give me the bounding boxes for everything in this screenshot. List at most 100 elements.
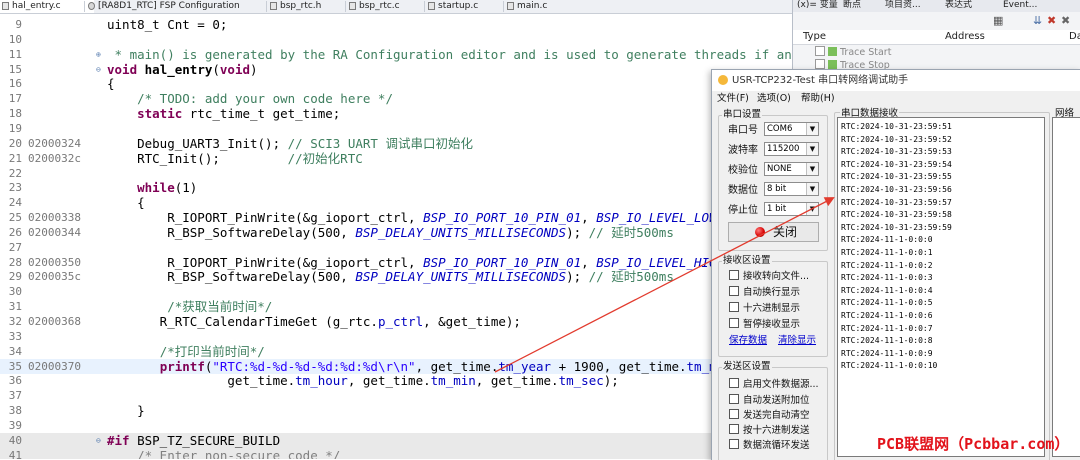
code-line[interactable]: 19: [0, 121, 792, 136]
checkbox[interactable]: [729, 424, 739, 434]
tab-bsp-rtc-h[interactable]: bsp_rtc.h: [268, 0, 350, 13]
remove-icon[interactable]: ✖: [1047, 14, 1056, 27]
checkbox[interactable]: [815, 59, 825, 69]
pause-display-option[interactable]: 暂停接收显示: [729, 318, 800, 331]
tab-variables[interactable]: (x)= 变量: [797, 0, 838, 11]
column-address: Address: [945, 31, 985, 42]
code-line[interactable]: 41 /* Enter non-secure code */: [0, 447, 792, 459]
code-line[interactable]: 36 get_time.tm_hour, get_time.tm_min, ge…: [0, 373, 792, 388]
code-line[interactable]: 29 0200035c R_BSP_SoftwareDelay(500, BSP_…: [0, 269, 792, 284]
checkbox[interactable]: [729, 394, 739, 404]
code-editor[interactable]: 9 uint8_t Cnt = 0; 10 11 ⊕ * main() is gener…: [0, 14, 792, 459]
code-line[interactable]: 40 ⊖ #if BSP_TZ_SECURE_BUILD: [0, 432, 792, 448]
line-number: 21: [8, 151, 22, 165]
checkbox[interactable]: [729, 270, 739, 280]
hex-send-option[interactable]: 按十六进制发送: [729, 424, 810, 437]
tab-fsp-configuration[interactable]: [RA8D1_RTC] FSP Configuration: [86, 0, 270, 13]
chevron-down-icon: ▼: [806, 123, 818, 135]
code-line[interactable]: 35 02000370 printf("RTC:%d-%d-%d-%d:%d:%d…: [0, 358, 792, 374]
checkbox[interactable]: [729, 302, 739, 312]
close-port-button[interactable]: 关闭: [728, 222, 819, 242]
receive-text-area[interactable]: RTC:2024-10-31-23:59:51 RTC:2024-10-31-23…: [837, 117, 1045, 457]
checkbox[interactable]: [729, 378, 739, 388]
code-line[interactable]: 28 02000350 R_IOPORT_PinWrite(&g_ioport_c…: [0, 255, 792, 270]
auto-append-option[interactable]: 自动发送附加位: [729, 394, 810, 407]
code-line[interactable]: 17 /* TODO: add your own code here */: [0, 91, 792, 106]
code-line[interactable]: 34 /*打印当前时间*/: [0, 344, 792, 359]
menu-help[interactable]: 帮助(H): [801, 91, 835, 107]
clear-display-link[interactable]: 清除显示: [778, 335, 816, 347]
column-type: Type: [803, 31, 826, 42]
tab-main-c[interactable]: main.c: [505, 0, 577, 13]
code-line[interactable]: 32 02000368 R_RTC_CalendarTimeGet (g_rtc.…: [0, 314, 792, 329]
code-line[interactable]: 22: [0, 166, 792, 181]
recv-to-file-option[interactable]: 接收转向文件...: [729, 270, 809, 283]
tab-hal-entry-c[interactable]: hal_entry.c: [0, 0, 94, 13]
code-line[interactable]: 25 02000338 R_IOPORT_PinWrite(&g_ioport_c…: [0, 210, 792, 225]
remove-all-icon[interactable]: ✖: [1061, 14, 1070, 27]
code-line[interactable]: 23 while(1): [0, 180, 792, 195]
trace-start-row[interactable]: Trace Start: [815, 46, 891, 58]
line-number: 18: [8, 107, 22, 121]
tab-expressions[interactable]: 表达式: [945, 0, 972, 11]
tab-event[interactable]: Event...: [1003, 0, 1037, 11]
code-line[interactable]: 30: [0, 284, 792, 299]
code-line[interactable]: 27: [0, 240, 792, 255]
fold-toggle-icon[interactable]: ⊕: [96, 50, 101, 59]
code-line[interactable]: 33: [0, 329, 792, 344]
status-led-icon: [755, 227, 765, 237]
checkbox[interactable]: [729, 439, 739, 449]
parity-select[interactable]: NONE ▼: [764, 162, 819, 176]
trace-icon: [828, 47, 837, 56]
code-line[interactable]: 11 ⊕ * main() is generated by the RA Conf…: [0, 47, 792, 62]
option-label: 暂停接收显示: [743, 319, 801, 330]
auto-clear-option[interactable]: 发送完自动清空: [729, 409, 810, 422]
code-line[interactable]: 15 ⊖ void hal_entry(void): [0, 62, 792, 77]
code-line[interactable]: 10: [0, 32, 792, 47]
code-line[interactable]: 16 {: [0, 76, 792, 91]
code-text: Debug_UART3_Init(); // SCI3 UART 调试串口初始化: [107, 135, 473, 151]
checkbox[interactable]: [729, 409, 739, 419]
code-line[interactable]: 38 }: [0, 403, 792, 418]
menu-file[interactable]: 文件(F): [717, 91, 749, 107]
code-line[interactable]: 9 uint8_t Cnt = 0;: [0, 17, 792, 32]
auto-wrap-option[interactable]: 自动换行显示: [729, 286, 800, 299]
tab-project-explorer[interactable]: 项目资...: [885, 0, 921, 11]
received-line: RTC:2024-11-1-0:0:1: [841, 248, 933, 257]
code-line[interactable]: 18 static rtc_time_t get_time;: [0, 106, 792, 121]
line-number: 10: [8, 32, 22, 46]
file-source-option[interactable]: 启用文件数据源...: [729, 378, 819, 391]
loop-send-option[interactable]: 数据流循环发送: [729, 439, 810, 452]
watermark: PCB联盟网（Pcbbar.com）: [877, 435, 1070, 453]
baud-value: 115200: [767, 144, 800, 154]
baud-select[interactable]: 115200 ▼: [764, 142, 819, 156]
code-line[interactable]: 31 /*获取当前时间*/: [0, 299, 792, 314]
hex-display-option[interactable]: 十六进制显示: [729, 302, 800, 315]
menu-options[interactable]: 选项(O): [757, 91, 791, 107]
databits-select[interactable]: 8 bit ▼: [764, 182, 819, 196]
grid-icon[interactable]: ▦: [993, 14, 1003, 27]
code-line[interactable]: 20 02000324 Debug_UART3_Init(); // SCI3 U…: [0, 136, 792, 151]
code-text: R_RTC_CalendarTimeGet (g_rtc.p_ctrl, &ge…: [107, 314, 521, 329]
code-line[interactable]: 37: [0, 388, 792, 403]
code-line[interactable]: 21 0200032c RTC_Init(); //初始化RTC: [0, 151, 792, 166]
collapse-icon[interactable]: ⇊: [1033, 14, 1042, 27]
checkbox[interactable]: [729, 318, 739, 328]
checkbox[interactable]: [815, 46, 825, 56]
line-number: 40: [8, 433, 22, 447]
code-line[interactable]: 26 02000344 R_BSP_SoftwareDelay(500, BSP_…: [0, 225, 792, 240]
save-data-link[interactable]: 保存数据: [729, 335, 767, 347]
tab-startup-c[interactable]: startup.c: [426, 0, 508, 13]
fold-toggle-icon[interactable]: ⊖: [96, 65, 101, 74]
code-line[interactable]: 24 {: [0, 195, 792, 210]
port-select[interactable]: COM6 ▼: [764, 122, 819, 136]
stopbits-select[interactable]: 1 bit ▼: [764, 202, 819, 216]
tab-bsp-rtc-c[interactable]: bsp_rtc.c: [347, 0, 429, 13]
network-text-area[interactable]: [1052, 117, 1080, 457]
fold-toggle-icon[interactable]: ⊖: [96, 436, 101, 445]
code-text: /*打印当前时间*/: [159, 343, 265, 359]
line-number: 41: [8, 448, 22, 459]
tab-breakpoints[interactable]: 断点: [843, 0, 861, 11]
code-line[interactable]: 39: [0, 418, 792, 433]
checkbox[interactable]: [729, 286, 739, 296]
